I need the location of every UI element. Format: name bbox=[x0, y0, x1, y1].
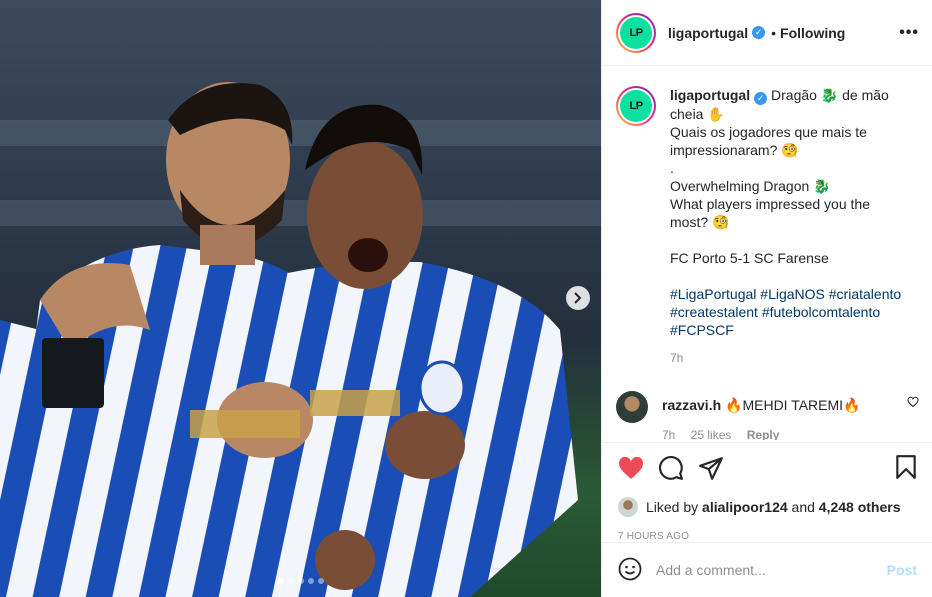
carousel-dot bbox=[297, 578, 304, 584]
caption-body: ligaportugal ✓ Dragão 🐉 de mão cheia ✋ Qu… bbox=[670, 86, 910, 367]
chevron-right-icon bbox=[574, 292, 582, 304]
avatar-logo: LP bbox=[620, 90, 652, 122]
liker-username[interactable]: alialipoor124 bbox=[702, 499, 788, 515]
comments-section[interactable]: LP ligaportugal ✓ Dragão 🐉 de mão cheia ✋… bbox=[602, 66, 932, 440]
more-options-icon[interactable]: ••• bbox=[899, 24, 919, 42]
caption-line: ligaportugal ✓ Dragão 🐉 de mão cheia ✋ bbox=[670, 86, 910, 123]
carousel-dot bbox=[317, 578, 324, 584]
comment-item: razzavi.h 🔥MEHDI TAREMI🔥 7h 25 likes Rep… bbox=[616, 389, 919, 440]
likes-summary: Liked by alialipoor124 and 4,248 others bbox=[618, 497, 917, 517]
likes-prefix: Liked by bbox=[646, 499, 699, 515]
heart-icon bbox=[619, 456, 643, 479]
comment-button[interactable] bbox=[658, 455, 684, 481]
post-comment-button[interactable]: Post bbox=[887, 562, 917, 578]
likes-text: Liked by alialipoor124 and 4,248 others bbox=[646, 499, 901, 515]
comment-username[interactable]: razzavi.h bbox=[662, 397, 721, 413]
post-photo[interactable] bbox=[0, 0, 601, 597]
comment-likes[interactable]: 25 likes bbox=[691, 428, 732, 440]
caption-username[interactable]: ligaportugal bbox=[670, 87, 750, 103]
post-side-panel: LP ligaportugal ✓ • Following ••• LP lig… bbox=[601, 0, 932, 597]
speech-bubble-icon bbox=[659, 456, 683, 480]
verified-badge-icon: ✓ bbox=[754, 92, 768, 105]
header-username[interactable]: ligaportugal bbox=[668, 25, 748, 41]
paper-plane-icon bbox=[699, 457, 723, 480]
comment-line: razzavi.h 🔥MEHDI TAREMI🔥 bbox=[662, 397, 882, 414]
likes-count[interactable]: 4,248 others bbox=[819, 499, 901, 515]
emoji-icon[interactable] bbox=[618, 557, 642, 584]
post-actions: Liked by alialipoor124 and 4,248 others … bbox=[602, 442, 932, 542]
caption-line: . bbox=[670, 160, 674, 176]
action-bar bbox=[618, 453, 917, 483]
save-button[interactable] bbox=[895, 454, 917, 483]
avatar-logo: LP bbox=[620, 16, 652, 49]
caption-time[interactable]: 7h bbox=[670, 349, 910, 367]
carousel-dot bbox=[307, 578, 314, 584]
comment-time[interactable]: 7h bbox=[662, 428, 675, 440]
caption-line: What players impressed you the most? 🧐 bbox=[670, 196, 870, 230]
comment-meta: 7h 25 likes Reply bbox=[662, 428, 882, 440]
liker-avatar[interactable] bbox=[618, 497, 638, 517]
post-timestamp[interactable]: 7 HOURS AGO bbox=[618, 531, 917, 542]
like-button[interactable] bbox=[618, 456, 644, 480]
caption-avatar[interactable]: LP bbox=[616, 86, 656, 126]
caption-line: Overwhelming Dragon 🐉 bbox=[670, 178, 831, 194]
next-slide-button[interactable] bbox=[566, 286, 590, 310]
add-comment-bar: Post bbox=[602, 542, 932, 597]
caption-line bbox=[670, 267, 910, 285]
post-caption: LP ligaportugal ✓ Dragão 🐉 de mão cheia ✋… bbox=[616, 86, 919, 367]
carousel-indicator bbox=[0, 578, 601, 584]
caption-line bbox=[670, 231, 910, 249]
profile-avatar[interactable]: LP bbox=[616, 12, 656, 53]
post-header: LP ligaportugal ✓ • Following ••• bbox=[602, 0, 932, 66]
players-illustration bbox=[0, 82, 578, 597]
comment-text: 🔥MEHDI TAREMI🔥 bbox=[725, 397, 861, 413]
reply-button[interactable]: Reply bbox=[747, 428, 780, 440]
separator-dot: • bbox=[771, 24, 777, 41]
verified-badge-icon: ✓ bbox=[752, 26, 766, 39]
comment-input[interactable] bbox=[656, 562, 887, 578]
share-button[interactable] bbox=[698, 455, 724, 481]
comment-body: razzavi.h 🔥MEHDI TAREMI🔥 7h 25 likes Rep… bbox=[662, 389, 882, 440]
carousel-dot bbox=[287, 578, 294, 584]
comment-like-icon[interactable] bbox=[907, 395, 919, 440]
likes-and: and bbox=[791, 499, 815, 515]
bookmark-icon bbox=[896, 454, 916, 479]
caption-line: FC Porto 5-1 SC Farense bbox=[670, 250, 829, 266]
caption-line: Quais os jogadores que mais te impressio… bbox=[670, 124, 867, 158]
caption-hashtags[interactable]: #LigaPortugal #LigaNOS #criatalento #cre… bbox=[670, 285, 910, 339]
carousel-dot bbox=[277, 578, 284, 584]
following-button[interactable]: Following bbox=[780, 25, 845, 41]
commenter-avatar[interactable] bbox=[616, 391, 648, 423]
